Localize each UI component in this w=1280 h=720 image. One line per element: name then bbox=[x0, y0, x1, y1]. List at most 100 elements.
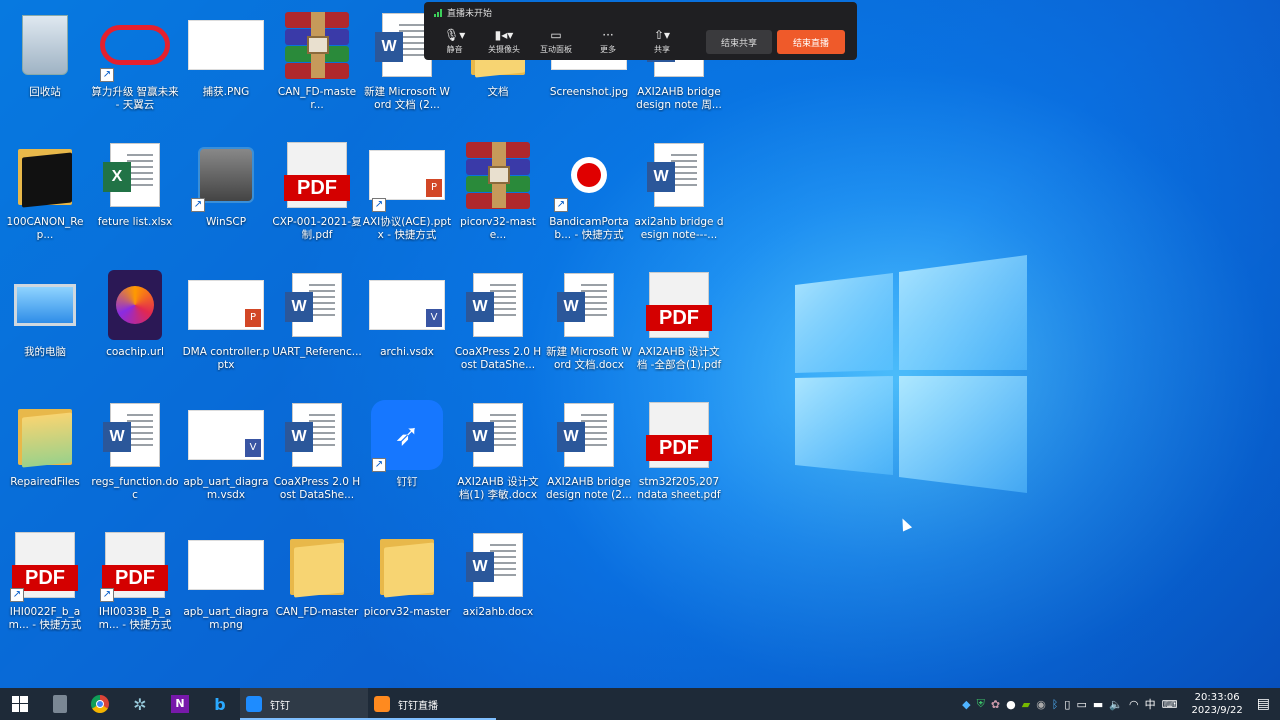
desktop-icon[interactable]: PDF ↗ IHI0033B_B_am... - 快捷方式 bbox=[92, 526, 178, 650]
desktop-icon[interactable]: picorv32-maste... bbox=[455, 136, 541, 260]
tray-app-icon[interactable]: ◆ bbox=[962, 698, 970, 711]
desktop-icon[interactable]: PDF AXI2AHB 设计文档 -全部合(1).pdf bbox=[636, 266, 722, 390]
desktop-icon[interactable]: Wregs_function.doc bbox=[91, 396, 179, 520]
camera-off-button[interactable]: ▮◂▾ 关摄像头 bbox=[488, 28, 520, 55]
windows-logo-wallpaper bbox=[795, 255, 1027, 493]
tray-app-icon-2[interactable]: ✿ bbox=[991, 698, 1000, 711]
mute-button[interactable]: 🎙▾ 静音 bbox=[444, 28, 465, 55]
wifi-icon[interactable]: ◠ bbox=[1129, 698, 1139, 711]
desktop-icon-label: coachip.url bbox=[106, 346, 164, 358]
desktop-icon-label: apb_uart_diagram.vsdx bbox=[183, 476, 269, 501]
signal-icon bbox=[434, 8, 442, 17]
desktop-icon[interactable]: Xfeture list.xlsx bbox=[92, 136, 178, 260]
nvidia-icon[interactable]: ▰ bbox=[1022, 698, 1030, 711]
desktop-icon-label: IHI0022F_b_am... - 快捷方式 bbox=[8, 606, 82, 631]
volume-icon[interactable]: 🔈 bbox=[1109, 698, 1123, 711]
word-doc-icon: W bbox=[103, 403, 160, 467]
desktop-icon-label: AXI2AHB bridge design note 周... bbox=[636, 86, 722, 111]
bluetooth-icon[interactable]: ᛒ bbox=[1052, 698, 1059, 711]
word-doc-icon: W bbox=[557, 273, 614, 337]
desktop-icon[interactable]: 捕获.PNG bbox=[183, 6, 269, 130]
desktop-icon-label: CoaXPress 2.0 Host DataShe... bbox=[273, 476, 361, 501]
ime-indicator[interactable]: 中 bbox=[1145, 696, 1156, 712]
desktop-icon-label: picorv32-maste... bbox=[460, 216, 536, 241]
desktop-icon[interactable]: ↗ BandicamPortab... - 快捷方式 bbox=[546, 136, 632, 260]
keyboard-icon[interactable]: ⌨ bbox=[1162, 698, 1178, 711]
desktop-icon[interactable]: W AXI2AHB bridge design note (2... bbox=[546, 396, 632, 520]
word-doc-icon: W bbox=[285, 403, 342, 467]
end-live-button[interactable]: 结束直播 bbox=[777, 30, 845, 54]
chat-icon: ▭ bbox=[550, 28, 562, 42]
desktop-icon[interactable]: W CoaXPress 2.0 Host DataShe... bbox=[274, 396, 360, 520]
more-dots-icon: ··· bbox=[602, 28, 614, 42]
chrome-taskbar-icon[interactable] bbox=[80, 688, 120, 720]
bandicam-icon bbox=[571, 157, 607, 193]
desktop-icon[interactable]: 回收站 bbox=[2, 6, 88, 130]
desktop-icon[interactable]: picorv32-master bbox=[364, 526, 450, 650]
desktop-icon[interactable]: ↗ WinSCP bbox=[183, 136, 269, 260]
desktop-icon-label: UART_Referenc... bbox=[272, 346, 362, 358]
desktop-icon[interactable]: 我的电脑 bbox=[2, 266, 88, 390]
desktop-icon-label: regs_function.doc bbox=[91, 476, 179, 501]
display-icon[interactable]: ▭ bbox=[1076, 698, 1086, 711]
desktop-icon-label: 捕获.PNG bbox=[202, 86, 250, 98]
desktop-icon[interactable]: Waxi2ahb bridge design note---... bbox=[634, 136, 724, 260]
folder-icon bbox=[18, 405, 72, 468]
desktop-icon[interactable]: ↗ 算力升级 智赢未来 - 天翼云 bbox=[91, 6, 179, 130]
desktop-icon-label: picorv32-master bbox=[363, 606, 451, 618]
bing-taskbar-icon[interactable]: b bbox=[200, 688, 240, 720]
taskbar-app-dingtalk-live[interactable]: 钉钉直播 bbox=[368, 688, 496, 720]
desktop-icon-label: Screenshot.jpg bbox=[549, 86, 629, 98]
share-button[interactable]: ⇧▾ 共享 bbox=[654, 28, 670, 55]
pdf-file-icon: PDF bbox=[284, 142, 350, 208]
pdf-file-icon: PDF bbox=[102, 532, 168, 598]
interact-panel-button[interactable]: ▭ 互动面板 bbox=[540, 28, 572, 55]
wechat-icon[interactable]: ● bbox=[1006, 698, 1016, 711]
calculator-taskbar-icon[interactable] bbox=[40, 688, 80, 720]
desktop-icon[interactable]: coachip.url bbox=[92, 266, 178, 390]
live-status: 直播未开始 bbox=[434, 6, 492, 19]
recycle-bin-icon bbox=[22, 15, 68, 75]
notification-icon[interactable]: ▤ bbox=[1257, 696, 1270, 712]
security-icon[interactable]: ⛨ bbox=[977, 697, 985, 711]
visio-file-icon: V bbox=[369, 280, 445, 330]
desktop-icon[interactable]: RepairedFiles bbox=[2, 396, 88, 520]
desktop-icon[interactable]: W AXI2AHB 设计文档(1) 李敏.docx bbox=[455, 396, 541, 520]
desktop-icon[interactable]: PDF CXP-001-2021-复制.pdf bbox=[272, 136, 362, 260]
desktop-icon[interactable]: W 新建 Microsoft Word 文档.docx bbox=[546, 266, 632, 390]
desktop-icon[interactable]: CAN_FD-master bbox=[274, 526, 360, 650]
desktop-icon[interactable]: Waxi2ahb.docx bbox=[455, 526, 541, 650]
desktop-icon[interactable]: PDF stm32f205,207 ndata sheet.pdf bbox=[636, 396, 722, 520]
shortcut-arrow-icon: ↗ bbox=[372, 458, 386, 472]
battery-icon[interactable]: ▬ bbox=[1093, 698, 1103, 711]
desktop-icon[interactable]: CAN_FD-master... bbox=[274, 6, 360, 130]
desktop-icon[interactable]: PDF ↗ IHI0022F_b_am... - 快捷方式 bbox=[2, 526, 88, 650]
desktop-icon[interactable]: P DMA controller.pptx bbox=[183, 266, 269, 390]
start-button[interactable] bbox=[0, 688, 40, 720]
desktop-icon[interactable]: W CoaXPress 2.0 Host DataShe... bbox=[455, 266, 541, 390]
taskbar-app-dingtalk[interactable]: 钉钉 bbox=[240, 688, 368, 720]
desktop-icon[interactable]: P ↗ AXI协议(ACE).pptx - 快捷方式 bbox=[363, 136, 451, 260]
desktop-icon[interactable]: 100CANON_Rep... bbox=[2, 136, 88, 260]
end-share-button[interactable]: 结束共享 bbox=[706, 30, 772, 54]
network-app-taskbar-icon[interactable]: ✲ bbox=[120, 688, 160, 720]
desktop-icon-label: RepairedFiles bbox=[10, 476, 80, 488]
clock[interactable]: 20:33:06 2023/9/22 bbox=[1191, 691, 1242, 717]
desktop-icon-label: 100CANON_Rep... bbox=[6, 216, 84, 241]
desktop-icon-label: AXI2AHB 设计文档(1) 李敏.docx bbox=[457, 476, 539, 501]
tray-app-icon-3[interactable]: ◉ bbox=[1036, 698, 1046, 711]
desktop-icon-label: 回收站 bbox=[29, 86, 61, 98]
desktop-icon[interactable]: ➶ ↗ 钉钉 bbox=[364, 396, 450, 520]
desktop-icon[interactable]: W UART_Referenc... bbox=[272, 266, 362, 390]
onenote-taskbar-icon[interactable]: N bbox=[160, 688, 200, 720]
desktop-icon[interactable]: apb_uart_diagram.png bbox=[183, 526, 269, 650]
taskbar: ✲ N b 钉钉 钉钉直播 ◆ ⛨ ✿ ● ▰ ◉ ᛒ ▯ ▭ ▬ 🔈 ◠ 中 … bbox=[0, 688, 1280, 720]
desktop-icon[interactable]: Vapb_uart_diagram.vsdx bbox=[183, 396, 269, 520]
usb-icon[interactable]: ▯ bbox=[1064, 698, 1070, 711]
desktop-icon[interactable]: Varchi.vsdx bbox=[364, 266, 450, 390]
desktop-icon-label: AXI2AHB bridge design note (2... bbox=[546, 476, 632, 501]
desktop-icon-label: DMA controller.pptx bbox=[182, 346, 270, 371]
desktop-icon-label: axi2ahb.docx bbox=[462, 606, 534, 618]
more-button[interactable]: ··· 更多 bbox=[600, 28, 616, 55]
powerpoint-file-icon: P bbox=[188, 280, 264, 330]
